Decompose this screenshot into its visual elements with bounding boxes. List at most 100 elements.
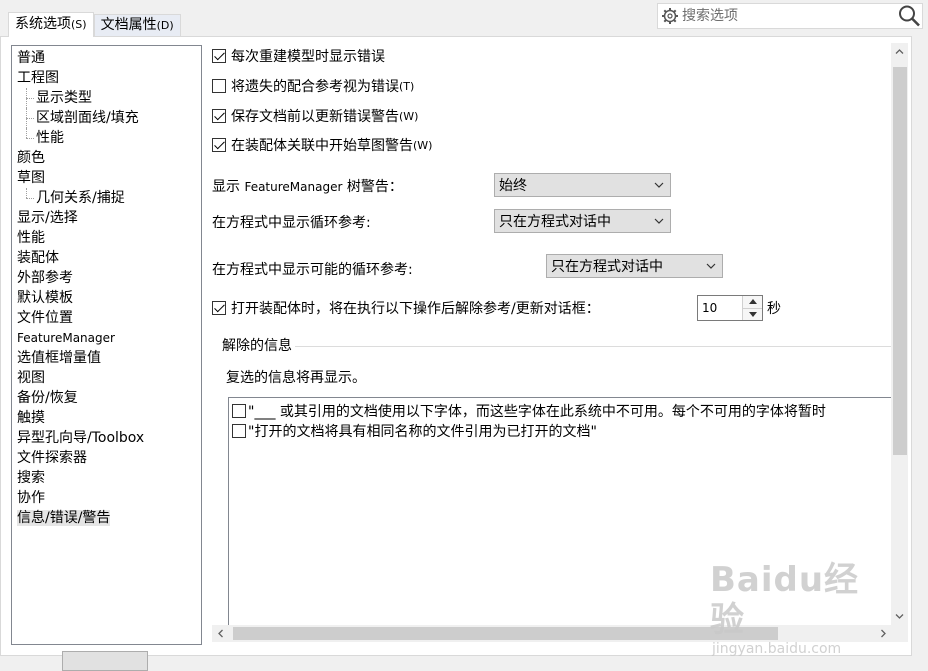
tree-item-assemblies[interactable]: 装配体 <box>12 248 201 268</box>
tree-item-label: 显示/选择 <box>17 210 78 226</box>
tree-item-label: FeatureManager <box>17 331 115 345</box>
horizontal-scrollbar[interactable] <box>212 625 892 642</box>
option-dismiss-reference-dialog[interactable]: 打开装配体时，将在执行以下操作后解除参考/更新对话框： <box>212 298 600 318</box>
list-item-label: "___ 或其引用的文档使用以下字体，而这些字体在此系统中不可用。每个不可用的字… <box>248 404 826 420</box>
list-item[interactable]: "___ 或其引用的文档使用以下字体，而这些字体在此系统中不可用。每个不可用的字… <box>229 401 897 421</box>
tree-item-sketch[interactable]: 草图 <box>12 168 201 188</box>
tree-item-drawing-performance[interactable]: 性能 <box>12 128 201 148</box>
tree-item-label: 视图 <box>17 370 45 386</box>
checkbox-unchecked[interactable] <box>212 79 226 93</box>
tree-item-label: 协作 <box>17 490 45 506</box>
possible-circular-reference-dropdown[interactable]: 只在方程式对话中 <box>546 254 723 278</box>
tree-item-hole-wizard-toolbox[interactable]: 异型孔向导/Toolbox <box>12 428 201 448</box>
checkbox-checked[interactable] <box>212 301 226 315</box>
dismissed-messages-list[interactable]: "___ 或其引用的文档使用以下字体，而这些字体在此系统中不可用。每个不可用的字… <box>228 397 898 627</box>
tree-item-label: 颜色 <box>17 150 45 166</box>
tab-system-options[interactable]: 系统选项(S) <box>8 12 94 37</box>
label-text: 树警告： <box>342 179 403 195</box>
option-missing-mate-references[interactable]: 将遗失的配合参考视为错误 (T) <box>212 76 414 96</box>
label-text: 显示 <box>212 179 245 195</box>
tree-item-general[interactable]: 普通 <box>12 48 201 68</box>
checkbox-checked[interactable] <box>212 138 226 152</box>
tree-item-area-hatch[interactable]: 区域剖面线/填充 <box>12 108 201 128</box>
list-item-label: "打开的文档将具有相同名称的文件引用为已打开的文档" <box>248 424 597 440</box>
chevron-up-icon <box>895 49 904 54</box>
tab-document-properties[interactable]: 文档属性(D) <box>93 14 181 36</box>
scroll-up-button[interactable] <box>891 43 908 60</box>
scroll-down-button[interactable] <box>891 608 908 625</box>
bottom-button[interactable] <box>62 651 148 671</box>
scroll-left-button[interactable] <box>212 625 229 642</box>
seconds-stepper[interactable] <box>697 295 763 321</box>
options-panel: 普通 工程图 显示类型 区域剖面线/填充 性能 颜色 草图 几何关系/捕捉 显示… <box>0 36 912 656</box>
tree-item-file-explorer[interactable]: 文件探索器 <box>12 448 201 468</box>
chevron-left-icon <box>218 629 223 638</box>
dismissed-messages-title: 解除的信息 <box>219 335 295 355</box>
option-update-error-warnings-save[interactable]: 保存文档前以更新错误警告 (W) <box>212 106 418 126</box>
tree-item-label: 外部参考 <box>17 270 73 286</box>
option-label: 保存文档前以更新错误警告 <box>231 109 399 125</box>
tree-item-featuremanager[interactable]: FeatureManager <box>12 328 201 348</box>
stepper-up-button[interactable] <box>743 296 762 308</box>
chevron-down-icon <box>648 218 670 224</box>
vertical-scrollbar[interactable] <box>891 43 908 625</box>
scrollbar-corner <box>891 625 908 642</box>
option-label: 在装配体关联中开始草图警告 <box>231 138 413 154</box>
tab-label: 文档属性 <box>100 17 157 33</box>
tree-item-display-selection[interactable]: 显示/选择 <box>12 208 201 228</box>
dropdown-value: 只在方程式对话中 <box>499 214 611 230</box>
option-show-errors-rebuild[interactable]: 每次重建模型时显示错误 <box>212 46 385 66</box>
gear-icon[interactable] <box>660 6 680 26</box>
label-text-latin: FeatureManager <box>244 180 343 194</box>
checkbox-checked[interactable] <box>212 109 226 123</box>
tree-item-display-style[interactable]: 显示类型 <box>12 88 201 108</box>
circular-reference-dropdown[interactable]: 只在方程式对话中 <box>494 209 671 233</box>
tree-item-performance[interactable]: 性能 <box>12 228 201 248</box>
tree-item-label: 搜索 <box>17 470 45 486</box>
tree-item-label: 文件探索器 <box>17 450 87 466</box>
option-label: 每次重建模型时显示错误 <box>231 49 385 65</box>
tree-item-touch[interactable]: 触摸 <box>12 408 201 428</box>
tab-label: 系统选项 <box>15 16 71 32</box>
tree-item-spin-box-increments[interactable]: 选值框增量值 <box>12 348 201 368</box>
checkbox-unchecked[interactable] <box>232 424 246 438</box>
tree-item-view[interactable]: 视图 <box>12 368 201 388</box>
tree-item-drawings[interactable]: 工程图 <box>12 68 201 88</box>
seconds-input[interactable] <box>698 296 742 320</box>
option-sketch-in-assembly-warning[interactable]: 在装配体关联中开始草图警告 (W) <box>212 135 432 155</box>
tree-item-label: 几何关系/捕捉 <box>36 190 125 206</box>
tree-item-colors[interactable]: 颜色 <box>12 148 201 168</box>
tree-item-file-locations[interactable]: 文件位置 <box>12 308 201 328</box>
chevron-down-icon <box>700 263 722 269</box>
scroll-thumb[interactable] <box>893 67 907 455</box>
tree-item-messages-errors-warnings[interactable]: 信息/错误/警告 <box>12 508 201 528</box>
tree-item-external-references[interactable]: 外部参考 <box>12 268 201 288</box>
checkbox-unchecked[interactable] <box>232 404 246 418</box>
options-content: 每次重建模型时显示错误 将遗失的配合参考视为错误 (T) 保存文档前以更新错误警告… <box>212 37 900 627</box>
stepper-down-button[interactable] <box>743 307 762 320</box>
tree-item-default-templates[interactable]: 默认模板 <box>12 288 201 308</box>
scroll-thumb[interactable] <box>233 627 778 640</box>
dismissed-messages-hint: 复选的信息将再显示。 <box>226 370 366 386</box>
tree-item-backup-recover[interactable]: 备份/恢复 <box>12 388 201 408</box>
list-item[interactable]: "打开的文档将具有相同名称的文件引用为已打开的文档" <box>229 421 897 441</box>
tab-hotkey: (D) <box>156 19 174 32</box>
tree-item-label: 显示类型 <box>36 90 92 106</box>
tree-item-label: 性能 <box>36 130 64 146</box>
scroll-right-button[interactable] <box>875 625 892 642</box>
tree-item-search[interactable]: 搜索 <box>12 468 201 488</box>
option-label: 将遗失的配合参考视为错误 <box>231 79 399 95</box>
featuremanager-warning-dropdown[interactable]: 始终 <box>494 173 671 197</box>
tree-item-label: 默认模板 <box>17 290 73 306</box>
tree-item-collaboration[interactable]: 协作 <box>12 488 201 508</box>
tree-item-relations-snaps[interactable]: 几何关系/捕捉 <box>12 188 201 208</box>
option-hotkey: (W) <box>399 109 419 123</box>
tree-item-label: 性能 <box>17 230 45 246</box>
dropdown-value: 始终 <box>499 178 527 194</box>
search-input[interactable] <box>680 5 896 27</box>
option-hotkey: (T) <box>399 79 415 93</box>
search-icon[interactable] <box>896 3 922 29</box>
chevron-down-icon <box>648 182 670 188</box>
checkbox-checked[interactable] <box>212 49 226 63</box>
chevron-down-icon <box>895 614 904 619</box>
